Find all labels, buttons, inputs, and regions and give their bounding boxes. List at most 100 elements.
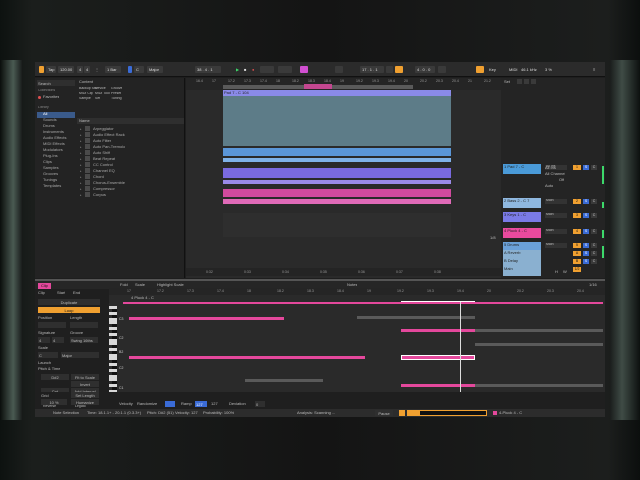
loop-length-field[interactable]: 4 . 0 . 0	[415, 66, 435, 73]
track-output-select[interactable]: Main	[545, 229, 567, 234]
midi-note[interactable]	[129, 356, 365, 359]
cue-button[interactable]: C	[591, 165, 597, 170]
pitch-time-section[interactable]: Pitch & Time	[38, 367, 60, 371]
arrangement-lane-clip[interactable]	[223, 180, 451, 184]
sends-toggle-icon[interactable]	[524, 79, 529, 84]
midi-note[interactable]	[129, 317, 284, 320]
arrangement-clip-body[interactable]	[223, 96, 451, 146]
solo-button[interactable]: S	[583, 251, 589, 256]
length-field[interactable]	[70, 322, 98, 328]
invert-button[interactable]: Invert	[71, 381, 99, 387]
input-channel-select[interactable]: All Channel	[545, 172, 565, 176]
solo-button[interactable]: S	[583, 229, 589, 234]
arrangement-lane-clip[interactable]	[223, 189, 451, 197]
loop-toggle-icon[interactable]	[386, 66, 393, 73]
track-output-select[interactable]: Main	[545, 243, 567, 248]
midi-note[interactable]	[401, 329, 475, 332]
tag-sample[interactable]: Sample	[79, 97, 91, 101]
w-button[interactable]: W	[563, 270, 567, 274]
returns-toggle-icon[interactable]	[531, 79, 536, 84]
cue-button[interactable]: C	[591, 251, 597, 256]
track-number-button[interactable]: 2	[573, 199, 581, 204]
tag-preset[interactable]: Preset	[111, 92, 121, 96]
highlight-scale-button[interactable]: Highlight Scale	[157, 283, 184, 287]
loop-toggle[interactable]: Loop	[38, 307, 100, 313]
stop-icon[interactable]: ■	[242, 66, 249, 73]
track-name[interactable]: Main	[503, 266, 541, 276]
time-signature-den[interactable]: 4	[84, 66, 90, 73]
search-input[interactable]: Search	[37, 80, 75, 86]
tag-midi-clip[interactable]: MIDI Clip	[79, 92, 93, 96]
session-record-icon[interactable]	[300, 66, 308, 73]
tempo-field[interactable]: 120.00	[58, 66, 74, 73]
midi-note[interactable]	[401, 384, 475, 387]
favorites-item[interactable]: Favorites	[43, 95, 59, 99]
track-number-button[interactable]: 1/2	[573, 267, 581, 272]
track-number-button[interactable]: 3	[573, 213, 581, 218]
time-signature-num[interactable]: 4	[77, 66, 83, 73]
scale-select[interactable]: Major	[147, 66, 163, 73]
loop-region-bar[interactable]	[123, 302, 603, 304]
cue-button[interactable]: C	[591, 199, 597, 204]
io-toggle-icon[interactable]	[517, 79, 522, 84]
ramp-end-value[interactable]: 127	[211, 402, 218, 406]
track-number-button[interactable]: 5	[573, 243, 581, 248]
monitor-off[interactable]: Off	[559, 178, 564, 182]
track-name[interactable]: 2 Bass 2 - C 7	[503, 198, 541, 208]
tag-groove[interactable]: Groove	[111, 87, 122, 91]
cue-button[interactable]: C	[591, 213, 597, 218]
capture-midi-button[interactable]	[278, 66, 292, 73]
arrangement-position[interactable]: 38 . 4 . 1	[195, 66, 221, 73]
root-note-field[interactable]: D#2	[41, 374, 69, 380]
arrangement-lane-clip[interactable]	[223, 213, 451, 237]
file-item[interactable]: ▸ Corpus	[77, 192, 184, 198]
track-output-select[interactable]: Main	[545, 199, 567, 204]
midi-note[interactable]	[357, 316, 475, 319]
signature-den[interactable]: 4	[52, 337, 64, 343]
deviation-value[interactable]: 0	[255, 401, 265, 407]
track-number-button[interactable]: 4	[573, 229, 581, 234]
solo-button[interactable]: S	[583, 199, 589, 204]
ramp-start-value[interactable]: 127	[195, 401, 207, 407]
library-item-templates[interactable]: Templates	[37, 184, 75, 190]
draw-mode-icon[interactable]	[438, 66, 446, 73]
scale-button[interactable]: Scale	[135, 283, 145, 287]
tap-button[interactable]: Tap	[46, 66, 56, 73]
track-number-button[interactable]: 1	[573, 165, 581, 170]
set-length-button[interactable]: Set Length	[71, 392, 99, 398]
mixer-track-8[interactable]: Main 1/2	[503, 266, 603, 278]
mixer-track-3[interactable]: 3 Keys 1 - C Main 3 S C	[503, 212, 603, 224]
clip-tab[interactable]: Clip	[38, 283, 51, 289]
arrangement-lane-clip[interactable]	[223, 168, 451, 178]
tag-tuning[interactable]: Tuning	[111, 97, 122, 101]
mixer-track-2[interactable]: 2 Bass 2 - C 7 Main 2 S C	[503, 198, 603, 210]
duplicate-button[interactable]: Duplicate	[38, 299, 100, 305]
track-name[interactable]: 1 Pad 7 - C	[503, 164, 541, 174]
selection-marker[interactable]	[304, 84, 332, 89]
piano-roll[interactable]: 17 17.2 17.3 17.4 18 18.2 18.3 18.4 19 19.2 19.3 19…	[109, 288, 605, 411]
arrangement-lane-clip[interactable]	[223, 158, 451, 162]
mixer-track-4[interactable]: 4 Pluck 4 - C Main 4 S C	[503, 228, 603, 240]
input-all-ins[interactable]: All Ins	[545, 166, 556, 170]
menu-icon[interactable]: ≡	[591, 66, 599, 73]
cue-button[interactable]: C	[591, 243, 597, 248]
signature-num[interactable]: 4	[38, 337, 50, 343]
midi-note[interactable]	[475, 384, 603, 387]
selected-note-outline[interactable]	[401, 355, 475, 360]
key-select[interactable]: C	[134, 66, 144, 73]
solo-button[interactable]: S	[583, 243, 589, 248]
solo-button[interactable]: S	[583, 213, 589, 218]
fit-to-scale-button[interactable]: Fit to Scale	[71, 374, 99, 380]
reverse-button[interactable]: Reverse	[43, 405, 56, 409]
loop-start-field[interactable]: 17 . 1 . 1	[360, 66, 384, 73]
metronome-icon[interactable]: ⋮	[93, 66, 100, 73]
scale-toggle-icon[interactable]	[128, 66, 132, 73]
solo-button[interactable]: S	[583, 165, 589, 170]
legato-button[interactable]: Legato	[75, 405, 86, 409]
quantize-menu[interactable]: 1 Bar	[105, 66, 121, 73]
key-map-icon[interactable]	[476, 66, 484, 73]
tag-device[interactable]: Device	[95, 87, 106, 91]
notes-tab[interactable]: Notes	[347, 283, 357, 287]
midi-map-label[interactable]: MIDI	[507, 66, 517, 73]
play-icon[interactable]: ▶	[234, 66, 241, 73]
